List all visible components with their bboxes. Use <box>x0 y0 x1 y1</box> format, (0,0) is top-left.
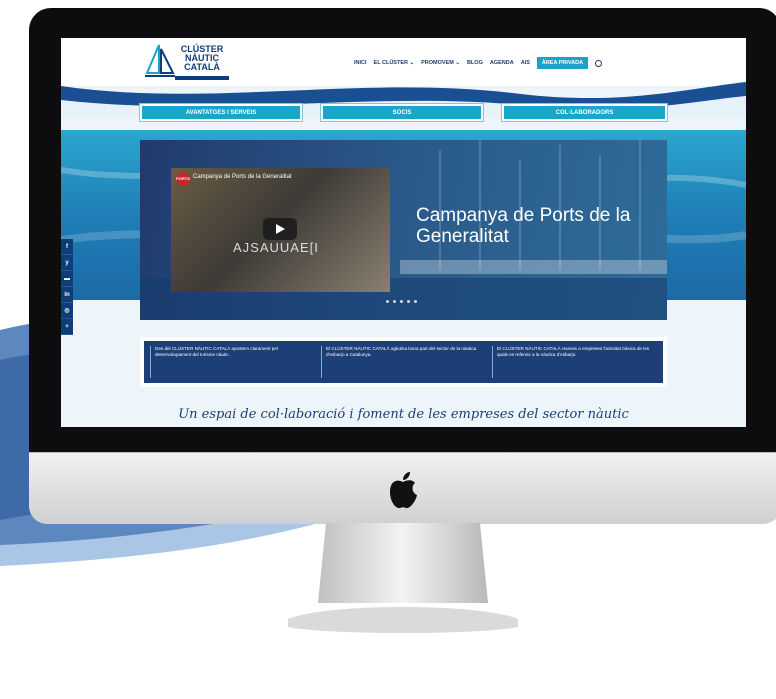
whatsapp-icon[interactable]: ◎ <box>61 303 73 319</box>
hero-slider[interactable]: PORTS Campanya de Ports de la Generalita… <box>140 140 667 320</box>
nav-agenda[interactable]: AGENDA <box>490 60 514 66</box>
stage: CLÚSTER NÀUTIC CATALÀ INICI EL CLÚSTER ⌄… <box>0 0 776 699</box>
info-text-3: El CLÚSTER NÀUTIC CATALÀ reuneix a empre… <box>492 346 657 378</box>
email-icon[interactable]: ▬ <box>61 271 73 287</box>
info-panel: Des del CLÚSTER NÀUTIC CATALÀ apostem cl… <box>140 337 667 387</box>
nav-promovem[interactable]: PROMOVEM ⌄ <box>421 60 460 66</box>
website-screen: CLÚSTER NÀUTIC CATALÀ INICI EL CLÚSTER ⌄… <box>61 38 746 427</box>
nav-el-cluster[interactable]: EL CLÚSTER ⌄ <box>374 60 415 66</box>
monitor-stand <box>288 523 518 633</box>
linkedin-icon[interactable]: in <box>61 287 73 303</box>
nav-ais[interactable]: AIS <box>521 60 530 66</box>
nav-blog[interactable]: BLOG <box>467 60 483 66</box>
tab-socis[interactable]: SOCIS <box>320 103 484 122</box>
twitter-icon[interactable]: y <box>61 255 73 271</box>
facebook-icon[interactable]: f <box>61 239 73 255</box>
slider-dots <box>386 300 417 303</box>
tab-col-laboradors[interactable]: COL·LABORADORS <box>501 103 668 122</box>
social-share-bar: f y ▬ in ◎ + <box>61 239 73 335</box>
slider-dot[interactable] <box>400 300 403 303</box>
video-caption: AJSAUUAE[I <box>233 240 319 255</box>
slider-dot[interactable] <box>414 300 417 303</box>
apple-logo-icon <box>390 472 417 509</box>
nav-inici[interactable]: INICI <box>354 60 367 66</box>
info-text-1: Des del CLÚSTER NÀUTIC CATALÀ apostem cl… <box>150 346 315 378</box>
area-privada-button[interactable]: ÀREA PRIVADA <box>536 57 589 69</box>
slider-dot[interactable] <box>393 300 396 303</box>
more-icon[interactable]: + <box>61 319 73 335</box>
logo-text[interactable]: CLÚSTER NÀUTIC CATALÀ <box>173 45 231 72</box>
logo-line-3: CATALÀ <box>184 62 220 72</box>
slider-dot[interactable] <box>407 300 410 303</box>
slider-dot[interactable] <box>386 300 389 303</box>
video-thumbnail[interactable]: PORTS Campanya de Ports de la Generalita… <box>171 168 390 292</box>
hero-title: Campanya de Ports de la Generalitat <box>416 205 631 247</box>
info-text-2: El CLÚSTER NÀUTIC CATALÀ aglutina bona p… <box>321 346 486 378</box>
search-icon[interactable] <box>595 59 603 67</box>
ports-badge-icon: PORTS <box>176 172 190 186</box>
sailboat-logo-icon[interactable] <box>145 43 175 81</box>
play-button[interactable] <box>263 218 297 240</box>
main-nav: INICI EL CLÚSTER ⌄ PROMOVEM ⌄ BLOG AGEND… <box>354 57 603 69</box>
slogan: Un espai de col·laboració i foment de le… <box>178 407 629 422</box>
tab-avantatges[interactable]: AVANTATGES I SERVEIS <box>139 103 303 122</box>
video-title: Campanya de Ports de la Generalitat <box>193 174 292 180</box>
